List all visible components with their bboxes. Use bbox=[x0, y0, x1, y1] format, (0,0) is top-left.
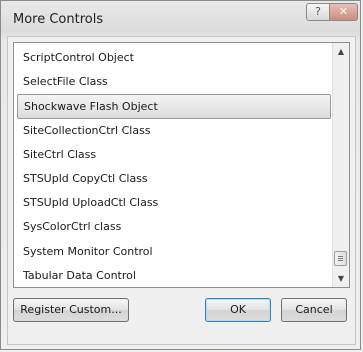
more-controls-dialog: More Controls ? ✕ ScriptControl Object S… bbox=[0, 0, 361, 350]
close-button[interactable]: ✕ bbox=[329, 3, 358, 21]
scroll-down-icon[interactable]: ▼ bbox=[333, 270, 349, 287]
thumb-grip-line bbox=[338, 260, 343, 261]
vertical-scrollbar[interactable]: ▲ ▼ bbox=[332, 43, 349, 287]
list-item[interactable]: Tabular Data Control bbox=[15, 264, 331, 287]
close-icon: ✕ bbox=[338, 5, 349, 18]
register-custom-button[interactable]: Register Custom... bbox=[13, 298, 129, 322]
list-item[interactable]: STSUpld CopyCtl Class bbox=[15, 167, 331, 191]
ok-button[interactable]: OK bbox=[205, 298, 271, 322]
controls-listbox[interactable]: ScriptControl Object SelectFile Class Sh… bbox=[13, 42, 350, 288]
list-item[interactable]: STSUpld UploadCtl Class bbox=[15, 191, 331, 215]
cancel-button[interactable]: Cancel bbox=[281, 298, 347, 322]
help-button[interactable]: ? bbox=[306, 3, 330, 21]
list-item-selected[interactable]: Shockwave Flash Object bbox=[17, 94, 331, 119]
help-icon: ? bbox=[315, 5, 321, 18]
list-item[interactable]: SiteCollectionCtrl Class bbox=[15, 119, 331, 143]
scroll-up-icon[interactable]: ▲ bbox=[333, 43, 349, 60]
list-item[interactable]: System Monitor Control bbox=[15, 240, 331, 264]
window-title: More Controls bbox=[13, 12, 104, 27]
thumb-grip-line bbox=[338, 256, 343, 257]
list-item[interactable]: SysColorCtrl class bbox=[15, 215, 331, 239]
list-item[interactable]: SiteCtrl Class bbox=[15, 143, 331, 167]
thumb-grip-line bbox=[338, 258, 343, 259]
list-item[interactable]: SelectFile Class bbox=[15, 70, 331, 94]
controls-list: ScriptControl Object SelectFile Class Sh… bbox=[15, 46, 331, 287]
list-item[interactable]: ScriptControl Object bbox=[15, 46, 331, 70]
scroll-thumb[interactable] bbox=[334, 251, 347, 266]
title-bar[interactable]: More Controls ? ✕ bbox=[1, 1, 360, 41]
